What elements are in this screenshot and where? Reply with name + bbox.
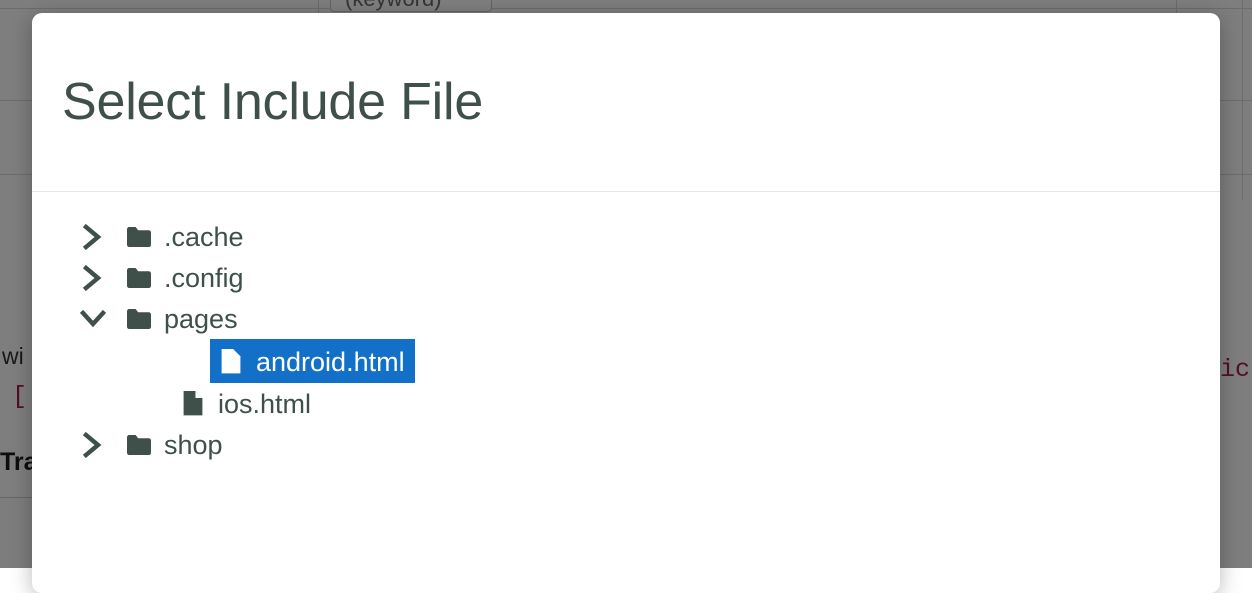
tree-item-cache[interactable]: .cache [32, 216, 1220, 257]
tree-item-shop[interactable]: shop [32, 424, 1220, 465]
chevron-down-icon[interactable] [78, 304, 108, 334]
tree-item-androidhtml[interactable]: android.html [210, 339, 1220, 383]
tree-item-content: .cache [78, 222, 244, 252]
folder-icon [124, 263, 154, 293]
tree-item-label: android.html [256, 346, 405, 377]
file-icon [216, 346, 246, 376]
dialog-body: .cache .config pages android.html ios.html sh… [32, 192, 1220, 465]
folder-icon [124, 222, 154, 252]
tree-item-content: shop [78, 430, 223, 460]
folder-icon [124, 304, 154, 334]
tree-item-ioshtml[interactable]: ios.html [32, 383, 1220, 424]
dialog-header: Select Include File [32, 13, 1220, 192]
dialog-title: Select Include File [62, 73, 484, 131]
tree-item-content: pages [78, 304, 238, 334]
select-include-file-dialog: Select Include File .cache .config pages an… [32, 13, 1220, 593]
tree-item-label: ios.html [218, 389, 312, 419]
file-tree: .cache .config pages android.html ios.html sh… [32, 216, 1220, 465]
tree-item-content: ios.html [178, 389, 311, 419]
file-icon [178, 389, 208, 419]
folder-icon [124, 430, 154, 460]
tree-item-config[interactable]: .config [32, 257, 1220, 298]
tree-item-pages[interactable]: pages [32, 298, 1220, 339]
tree-item-selection-highlight: android.html [210, 339, 415, 383]
tree-item-label: shop [164, 430, 223, 460]
chevron-right-icon[interactable] [78, 430, 108, 460]
tree-item-label: .cache [164, 222, 244, 252]
chevron-right-icon[interactable] [78, 222, 108, 252]
chevron-right-icon[interactable] [78, 263, 108, 293]
tree-item-content: .config [78, 263, 244, 293]
tree-item-label: pages [164, 304, 238, 334]
tree-item-label: .config [164, 263, 244, 293]
